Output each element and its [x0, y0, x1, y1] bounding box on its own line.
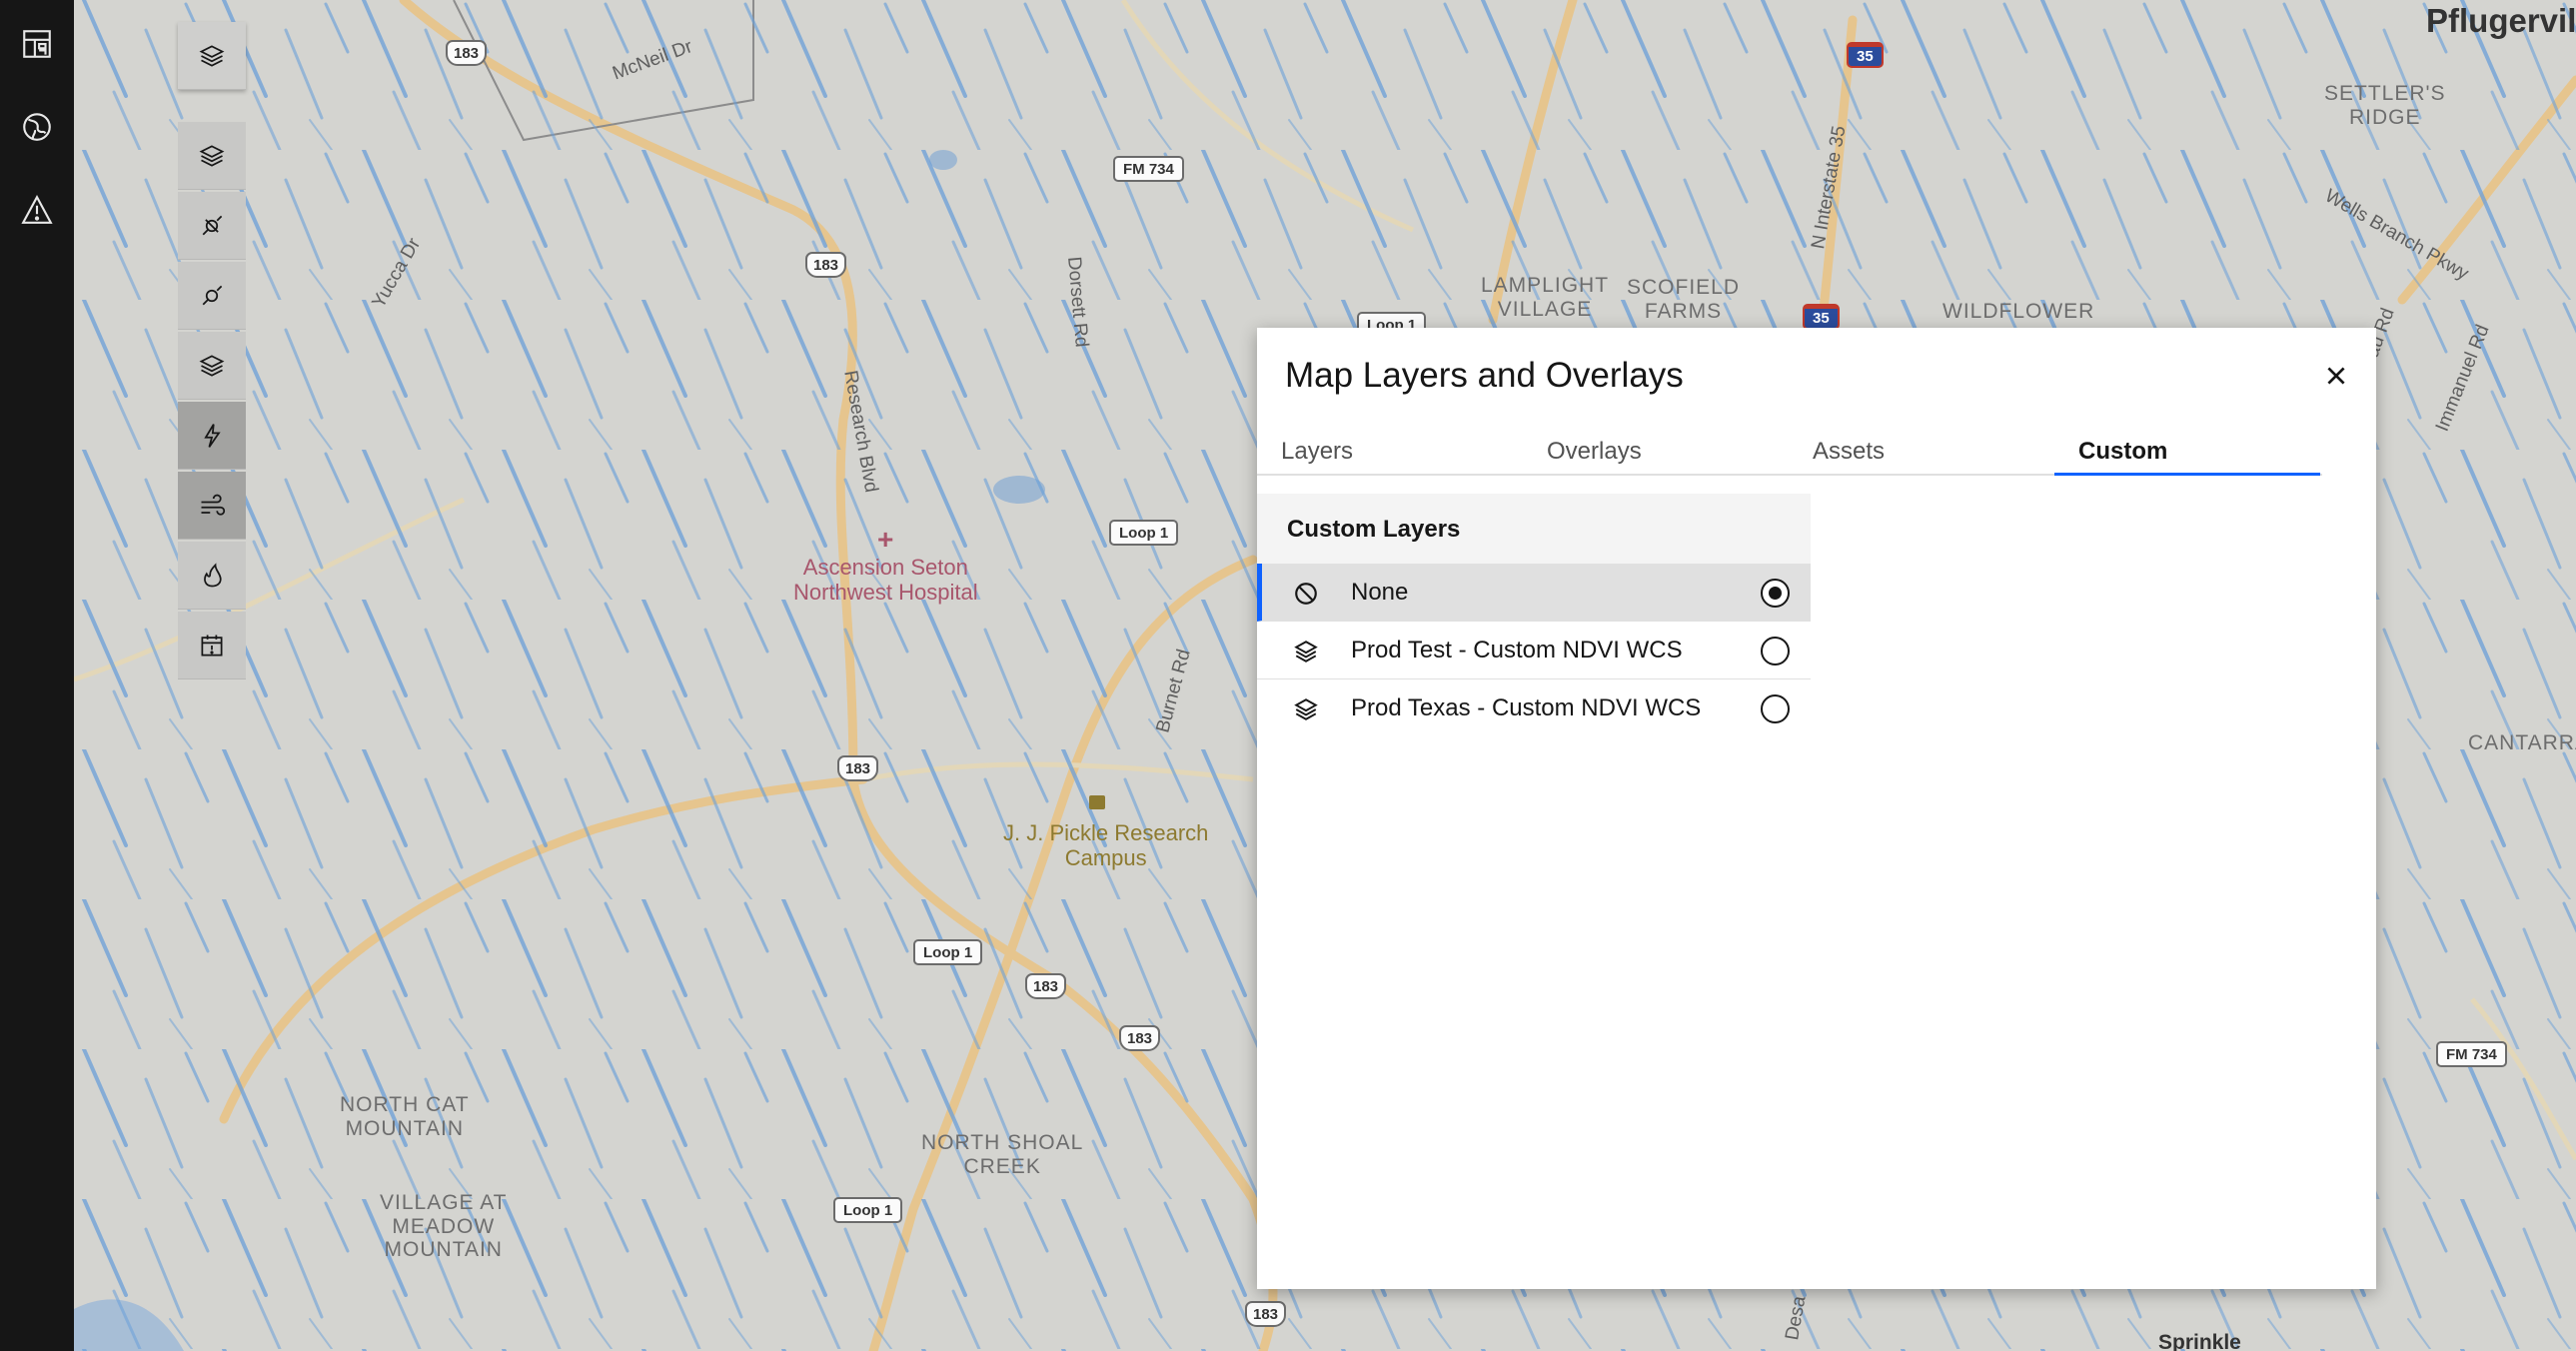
radio-button[interactable] — [1761, 579, 1790, 608]
dialog-tabs: Layers Overlays Assets Custom — [1257, 432, 2322, 476]
layers-icon — [1294, 698, 1318, 720]
area-label-village-at-meadow-mountain: VILLAGE AT MEADOW MOUNTAIN — [380, 1191, 508, 1262]
us183-shield: 183 — [837, 755, 879, 781]
dialog-title: Map Layers and Overlays — [1285, 356, 1684, 395]
custom-layer-option-label: Prod Texas - Custom NDVI WCS — [1351, 694, 1702, 721]
layers-icon — [1294, 641, 1318, 663]
city-label: Pflugervill — [2426, 2, 2576, 39]
lightning-icon — [204, 423, 221, 448]
area-label-scofield-farms: SCOFIELD FARMS — [1627, 276, 1741, 323]
close-button[interactable] — [2316, 356, 2356, 396]
satellite-alt-tool-button[interactable] — [178, 262, 246, 330]
satellite-tool-button[interactable] — [178, 192, 246, 260]
layers-toggle-button[interactable] — [178, 22, 246, 90]
radio-button[interactable] — [1761, 694, 1790, 723]
close-icon — [2327, 367, 2345, 385]
lightning-tool-button[interactable] — [178, 402, 246, 470]
layers-tool-button[interactable] — [178, 122, 246, 190]
wind-tool-button[interactable] — [178, 472, 246, 540]
warning-icon[interactable] — [11, 184, 63, 236]
campus-icon — [1089, 795, 1105, 809]
calendar-alert-icon — [201, 635, 223, 656]
custom-layer-option-prod-test[interactable]: Prod Test - Custom NDVI WCS — [1257, 622, 1811, 679]
fire-icon — [204, 562, 222, 587]
satellite-icon — [202, 215, 223, 235]
custom-layer-option-label: None — [1351, 578, 1409, 606]
tab-overlays[interactable]: Overlays — [1523, 432, 1789, 476]
layers-stack-icon — [199, 354, 225, 377]
radio-button[interactable] — [1761, 637, 1790, 666]
layers-icon — [199, 44, 225, 67]
layers-icon — [199, 144, 225, 167]
loop1-shield: Loop 1 — [913, 939, 983, 965]
left-nav-rail — [0, 0, 74, 1351]
i35-shield: 35 — [1803, 304, 1840, 330]
area-label-north-cat-mountain: NORTH CAT MOUNTAIN — [340, 1093, 470, 1140]
tab-assets[interactable]: Assets — [1789, 432, 2054, 476]
map-layers-dialog: Map Layers and Overlays Layers Overlays … — [1257, 328, 2376, 1289]
globe-icon[interactable] — [11, 101, 63, 153]
hospital-icon: + — [877, 524, 894, 555]
us183-shield: 183 — [1119, 1025, 1161, 1051]
area-label-sprinkle: Sprinkle — [2158, 1331, 2241, 1351]
i35-shield: 35 — [1847, 42, 1884, 68]
poi-hospital-label: Ascension Seton Northwest Hospital — [793, 555, 978, 605]
fm734-shield: FM 734 — [1113, 156, 1184, 182]
area-label-lamplight-village: LAMPLIGHT VILLAGE — [1481, 274, 1610, 321]
fm734-shield: FM 734 — [2436, 1041, 2507, 1067]
loop1-shield: Loop 1 — [1109, 520, 1179, 546]
satellite-alt-icon — [202, 285, 223, 305]
us183-shield: 183 — [1025, 973, 1067, 999]
tab-layers[interactable]: Layers — [1257, 432, 1523, 476]
custom-layers-panel: Custom Layers None Prod Test - Custom ND… — [1257, 494, 1811, 737]
area-label-settlers-ridge: SETTLER'S RIDGE — [2324, 82, 2446, 129]
loop1-shield: Loop 1 — [833, 1197, 903, 1223]
calendar-alert-tool-button[interactable] — [178, 612, 246, 679]
custom-layer-option-none[interactable]: None — [1257, 564, 1811, 622]
custom-layer-option-prod-texas[interactable]: Prod Texas - Custom NDVI WCS — [1257, 679, 1811, 737]
us183-shield: 183 — [805, 252, 847, 278]
layers-stack-tool-button[interactable] — [178, 332, 246, 400]
area-label-wildflower: WILDFLOWER — [1942, 300, 2095, 323]
dashboard-icon[interactable] — [11, 18, 63, 70]
wind-icon — [201, 494, 226, 516]
us183-shield: 183 — [446, 40, 488, 66]
area-label-cantarra: CANTARRA — [2468, 731, 2576, 754]
no-entry-icon — [1295, 583, 1317, 605]
us183-shield: 183 — [1245, 1301, 1287, 1327]
poi-research-campus-label: J. J. Pickle Research Campus — [1003, 820, 1209, 870]
custom-layers-heading: Custom Layers — [1257, 494, 1811, 564]
custom-layer-option-label: Prod Test - Custom NDVI WCS — [1351, 636, 1683, 664]
area-label-north-shoal-creek: NORTH SHOAL CREEK — [921, 1131, 1084, 1178]
tab-custom[interactable]: Custom — [2054, 432, 2320, 476]
fire-tool-button[interactable] — [178, 542, 246, 610]
